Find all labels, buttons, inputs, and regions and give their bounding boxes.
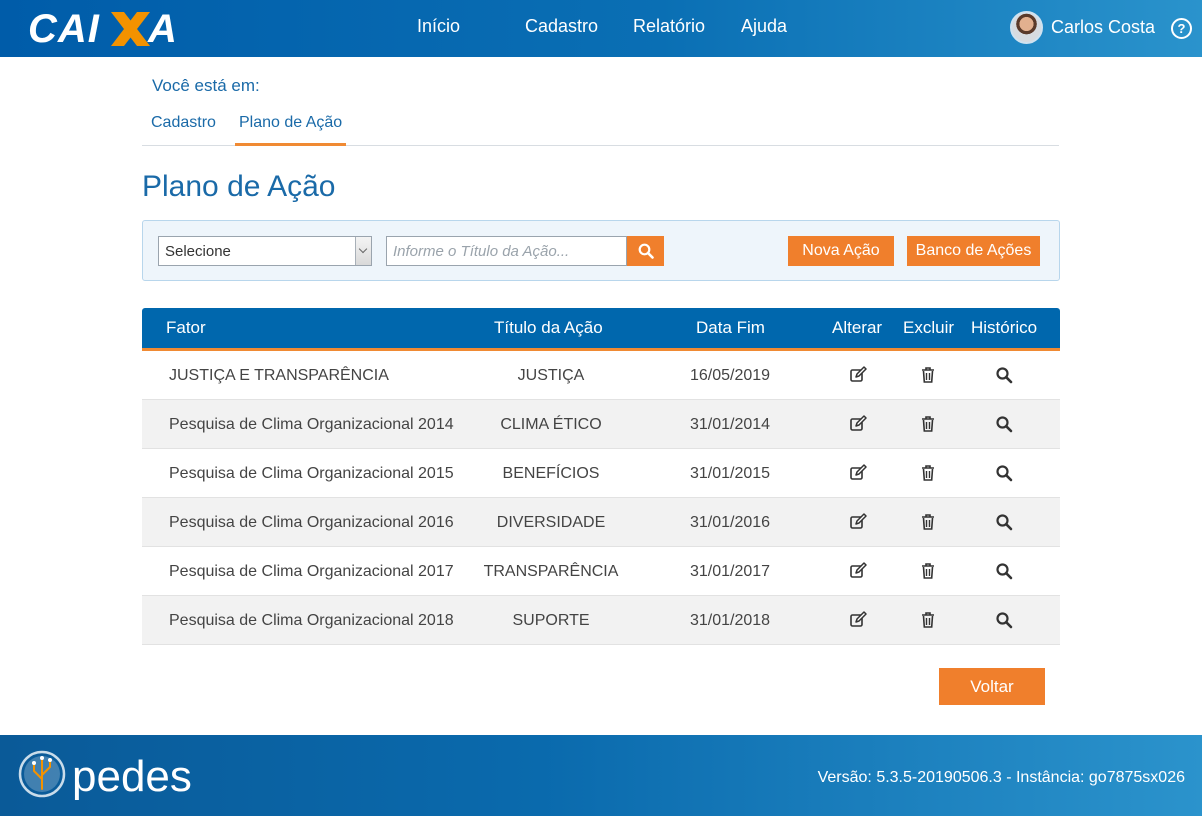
cell-data-fim: 31/01/2015: [689, 465, 771, 482]
cell-data-fim: 31/01/2018: [689, 612, 771, 629]
cell-fator: JUSTIÇA E TRANSPARÊNCIA: [169, 367, 389, 384]
fator-select[interactable]: Selecione: [158, 236, 372, 266]
table-row: Pesquisa de Clima Organizacional 2014 CLI…: [142, 400, 1060, 449]
search-icon[interactable]: [995, 415, 1013, 433]
search-icon[interactable]: [995, 611, 1013, 629]
cell-fator: Pesquisa de Clima Organizacional 2016: [169, 514, 454, 531]
nav-relatorio[interactable]: Relatório: [633, 16, 705, 37]
cell-fator: Pesquisa de Clima Organizacional 2015: [169, 465, 454, 482]
edit-icon[interactable]: [849, 562, 867, 580]
user-name: Carlos Costa: [1051, 16, 1156, 37]
edit-icon[interactable]: [849, 415, 867, 433]
cell-fator: Pesquisa de Clima Organizacional 2017: [169, 563, 454, 580]
cell-fator: Pesquisa de Clima Organizacional 2014: [169, 416, 454, 433]
page-title: Plano de Ação: [142, 170, 336, 203]
edit-icon[interactable]: [849, 366, 867, 384]
th-fator: Fator: [166, 318, 206, 337]
acoes-table: Fator Título da Ação Data Fim Alterar Ex…: [142, 308, 1060, 645]
th-historico: Histórico: [971, 318, 1038, 337]
trash-icon[interactable]: [919, 611, 937, 629]
trash-icon[interactable]: [919, 366, 937, 384]
cell-titulo-text: BENEFÍCIOS: [502, 465, 600, 482]
edit-icon[interactable]: [849, 464, 867, 482]
pedes-brand: pedes: [72, 752, 192, 801]
search-icon[interactable]: [995, 366, 1013, 384]
th-alterar: Alterar: [832, 318, 883, 337]
cell-titulo-text: DIVERSIDADE: [496, 514, 606, 531]
search-icon: [638, 243, 654, 259]
cell-titulo-text: SUPORTE: [512, 612, 590, 629]
nav-ajuda[interactable]: Ajuda: [741, 16, 787, 37]
table-body: JUSTIÇA E TRANSPARÊNCIA JUSTIÇA 16/05/2019…: [142, 351, 1060, 645]
chevron-down-icon[interactable]: [355, 237, 371, 265]
search-icon[interactable]: [995, 562, 1013, 580]
breadcrumb-plano-de-acao[interactable]: Plano de Ação: [235, 114, 347, 146]
voltar-button[interactable]: Voltar: [939, 668, 1045, 705]
cell-data-fim: 16/05/2019: [689, 367, 771, 384]
breadcrumb-label: Você está em:: [152, 76, 260, 95]
edit-icon[interactable]: [849, 611, 867, 629]
nav-cadastro[interactable]: Cadastro: [525, 16, 598, 37]
nav-inicio[interactable]: Início: [417, 16, 460, 37]
trash-icon[interactable]: [919, 415, 937, 433]
caixa-logo[interactable]: CAI A: [28, 6, 188, 50]
cell-data-fim: 31/01/2014: [689, 416, 771, 433]
th-data-fim: Data Fim: [696, 318, 765, 337]
cell-data-fim: 31/01/2017: [689, 563, 771, 580]
trash-icon[interactable]: [919, 464, 937, 482]
search-icon[interactable]: [995, 513, 1013, 531]
top-navbar: CAI A Início Cadastro Relatório Ajuda Ca…: [0, 0, 1202, 57]
svg-text:A: A: [147, 7, 177, 50]
table-row: Pesquisa de Clima Organizacional 2018 SUP…: [142, 596, 1060, 645]
th-excluir: Excluir: [903, 318, 955, 337]
help-circle-icon[interactable]: ?: [1171, 18, 1192, 39]
user-menu[interactable]: Carlos Costa: [1010, 10, 1155, 44]
version-info: Versão: 5.3.5-20190506.3 - Instância: go…: [817, 769, 1185, 786]
select-value: Selecione: [165, 243, 231, 260]
table-header: Fator Título da Ação Data Fim Alterar Ex…: [142, 308, 1060, 351]
cell-data-fim: 31/01/2016: [689, 514, 771, 531]
breadcrumb: Cadastro Plano de Ação: [142, 112, 1059, 146]
pedes-logo: pedes: [18, 750, 192, 801]
trash-icon[interactable]: [919, 513, 937, 531]
nova-acao-button[interactable]: Nova Ação: [788, 236, 894, 266]
search-button[interactable]: [627, 236, 664, 266]
banco-acoes-button[interactable]: Banco de Ações: [907, 236, 1040, 266]
cell-fator: Pesquisa de Clima Organizacional 2018: [169, 612, 454, 629]
th-titulo: Título da Ação: [494, 318, 603, 337]
avatar: [1010, 10, 1043, 44]
breadcrumb-cadastro[interactable]: Cadastro: [147, 114, 220, 146]
search-input[interactable]: [386, 236, 627, 266]
table-row: Pesquisa de Clima Organizacional 2015 BEN…: [142, 449, 1060, 498]
svg-text:CAI: CAI: [28, 7, 100, 50]
cell-titulo-text: TRANSPARÊNCIA: [483, 563, 619, 580]
table-row: Pesquisa de Clima Organizacional 2017 TRA…: [142, 547, 1060, 596]
filter-panel: Selecione Nova Ação Banco de Ações: [142, 220, 1060, 281]
cell-titulo-text: JUSTIÇA: [517, 367, 585, 384]
footer: pedes Versão: 5.3.5-20190506.3 - Instânc…: [0, 735, 1202, 816]
cell-titulo-text: CLIMA ÉTICO: [500, 416, 602, 433]
search-icon[interactable]: [995, 464, 1013, 482]
edit-icon[interactable]: [849, 513, 867, 531]
table-row: JUSTIÇA E TRANSPARÊNCIA JUSTIÇA 16/05/2019: [142, 351, 1060, 400]
table-row: Pesquisa de Clima Organizacional 2016 DIV…: [142, 498, 1060, 547]
trash-icon[interactable]: [919, 562, 937, 580]
